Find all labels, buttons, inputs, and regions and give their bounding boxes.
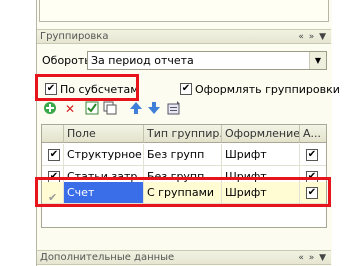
grouping-title: Группировка — [40, 31, 109, 42]
column-header-field[interactable]: Поле — [64, 125, 144, 143]
format-groupings-label: Оформлять группировки — [195, 82, 340, 96]
top-field — [39, 0, 329, 22]
settings-icon[interactable] — [166, 101, 182, 117]
grouping-controls[interactable]: « » ▼ — [298, 30, 327, 44]
grouping-table: Поле Тип группир... Оформление А... ✔ Ст… — [41, 124, 327, 228]
turnover-value: За период отчета — [91, 54, 194, 67]
copy-icon[interactable] — [102, 101, 118, 117]
grouping-header[interactable]: Группировка « » ▼ — [37, 29, 331, 44]
delete-icon[interactable]: ✕ — [62, 101, 78, 117]
format-groupings-checkbox[interactable]: ✔ Оформлять группировки — [180, 82, 340, 96]
arrow-down-icon[interactable] — [146, 101, 162, 117]
turnover-select[interactable]: За период отчета ▼ — [87, 51, 327, 70]
a-checkbox[interactable]: ✔ — [300, 144, 326, 165]
format-cell: Шрифт — [222, 144, 300, 165]
highlight-box-subaccounts — [35, 74, 139, 101]
column-header-format[interactable]: Оформление — [222, 125, 300, 143]
additional-data-controls[interactable]: « » ▼ — [298, 251, 327, 265]
field-cell: Структурное... — [64, 144, 144, 165]
add-icon[interactable] — [42, 101, 58, 117]
column-header-mark — [42, 125, 64, 143]
row-mark-checkbox[interactable]: ✔ — [42, 144, 64, 165]
arrow-up-icon[interactable] — [128, 101, 144, 117]
chevron-down-icon[interactable]: ▼ — [309, 52, 326, 69]
additional-data-title: Дополнительные данные — [40, 252, 175, 263]
column-header-type[interactable]: Тип группир... — [144, 125, 222, 143]
left-strip — [0, 0, 36, 266]
check-all-icon[interactable] — [84, 101, 100, 117]
type-cell: Без групп — [144, 144, 222, 165]
table-row[interactable]: ✔ Структурное... Без групп Шрифт ✔ — [42, 144, 326, 166]
highlight-box-account-row — [35, 177, 331, 207]
checkbox-box[interactable]: ✔ — [180, 83, 192, 95]
column-header-a[interactable]: А... — [300, 125, 326, 143]
additional-data-header[interactable]: Дополнительные данные « » ▼ — [37, 250, 331, 265]
